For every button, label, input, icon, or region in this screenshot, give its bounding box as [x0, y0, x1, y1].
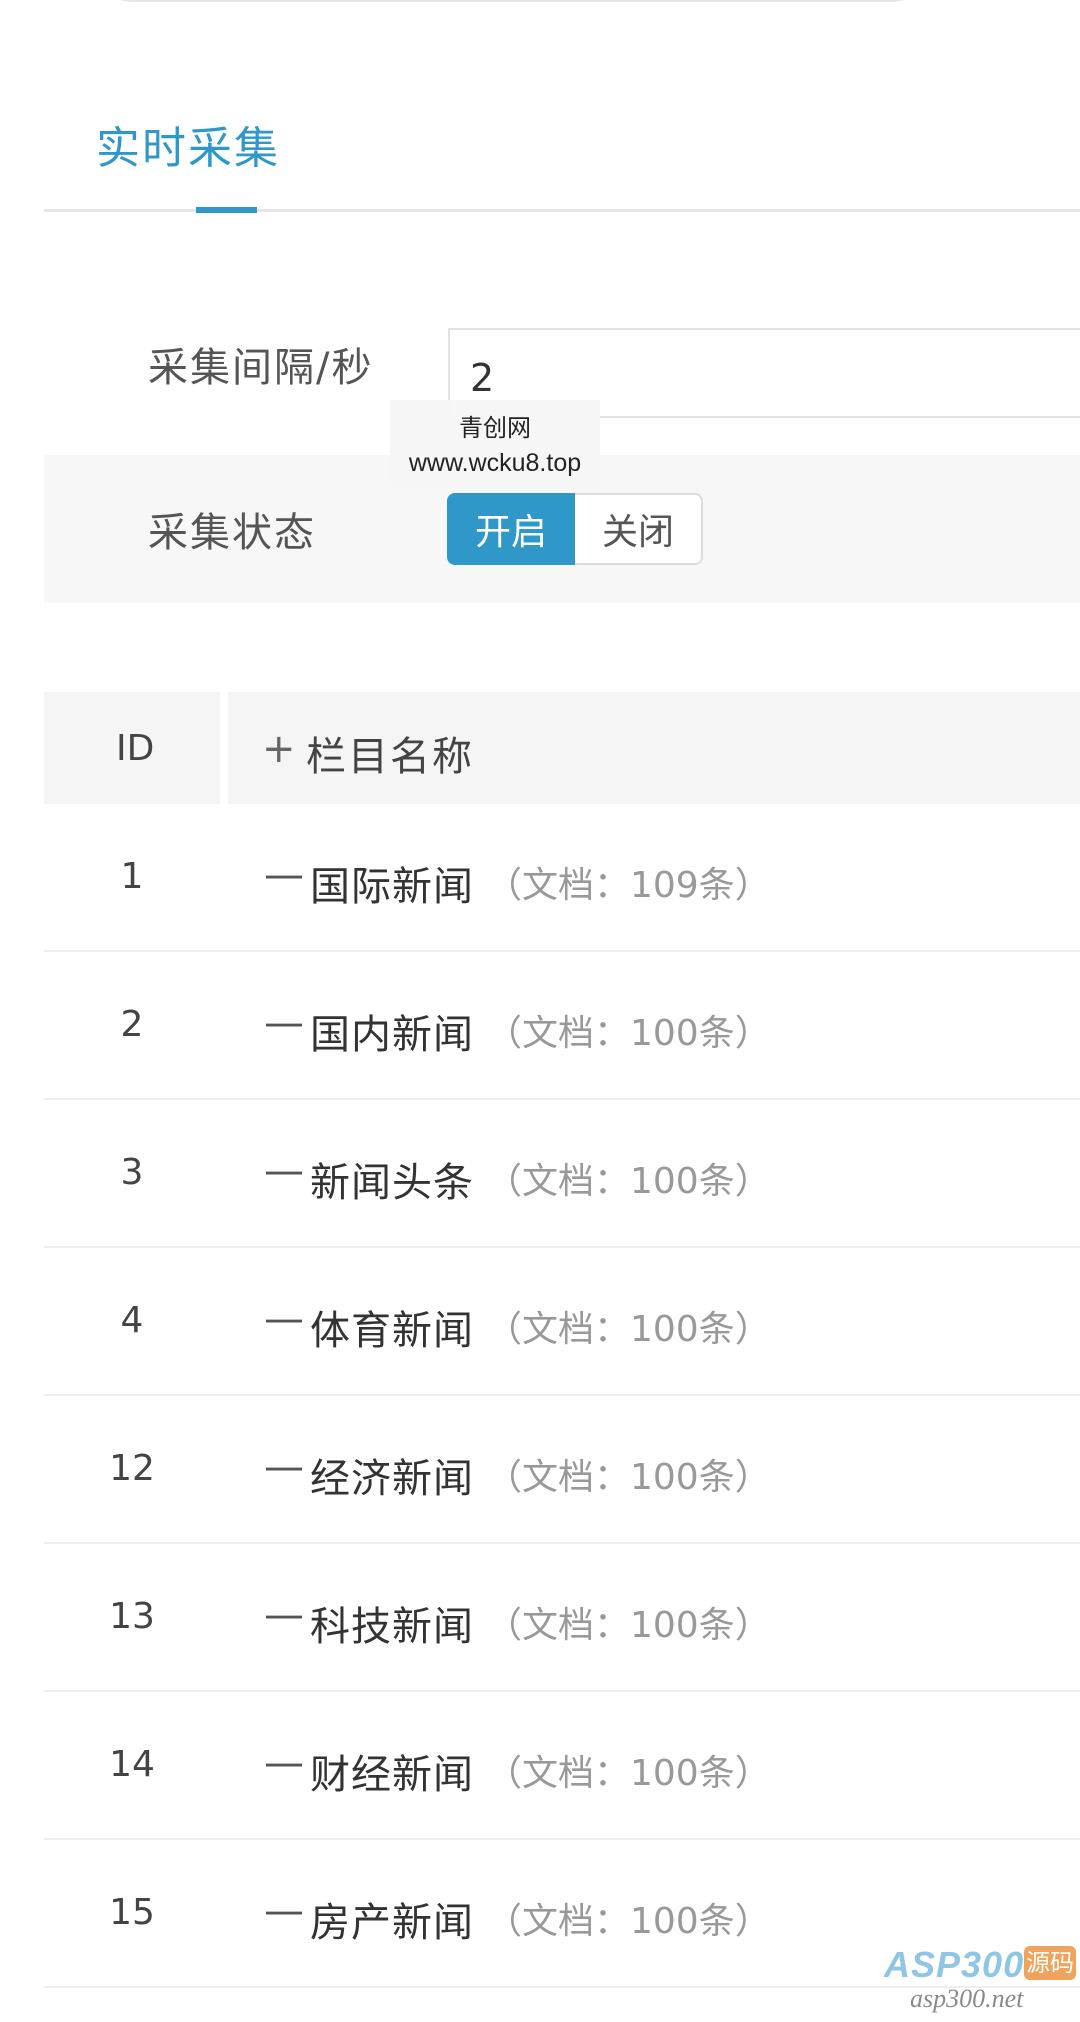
status-on-button[interactable]: 开启 [447, 493, 575, 565]
watermark-url: www.wcku8.top [408, 449, 582, 477]
collapse-icon[interactable]: — [264, 1000, 304, 1046]
row-doc-count: （文档：100条） [486, 1605, 771, 1646]
watermark-overlay: 青创网 www.wcku8.top [390, 400, 600, 486]
expand-all-icon[interactable]: + [262, 726, 296, 772]
row-id: 15 [109, 1892, 155, 1933]
tab-bar: 实时采集 [44, 0, 1080, 213]
row-id: 12 [109, 1448, 155, 1489]
table-row[interactable]: 12 — 经济新闻 （文档：100条） [44, 1396, 1080, 1544]
table-row[interactable]: 1 — 国际新闻 （文档：109条） [44, 804, 1080, 952]
logo-badge: 源码 [1024, 1946, 1076, 1980]
row-doc-count: （文档：100条） [486, 1161, 771, 1202]
tab-active-indicator [196, 207, 257, 213]
status-off-button[interactable]: 关闭 [575, 493, 703, 565]
table-row[interactable]: 13 — 科技新闻 （文档：100条） [44, 1544, 1080, 1692]
status-toggle[interactable]: 开启 关闭 [447, 493, 703, 565]
row-doc-count: （文档：100条） [486, 1457, 771, 1498]
row-id: 1 [120, 856, 144, 897]
row-doc-count: （文档：100条） [486, 1013, 771, 1054]
row-name: 经济新闻 [310, 1456, 474, 1502]
header-id-label: ID [116, 728, 155, 769]
category-table: ID + 栏目名称 1 — 国际新闻 （文档：109条） 2 — 国内新闻 （文… [44, 692, 1080, 1988]
row-id: 3 [120, 1152, 144, 1193]
collapse-icon[interactable]: — [264, 1444, 304, 1490]
collection-settings-page: 实时采集 采集间隔/秒 2 采集状态 开启 关闭 青创网 www.wcku8.t… [0, 0, 1080, 2022]
collapse-icon[interactable]: — [264, 1888, 304, 1934]
logo-main-text: ASP300 [884, 1944, 1025, 1985]
row-id: 14 [109, 1744, 155, 1785]
watermark-title: 青创网 [459, 414, 531, 442]
status-label: 采集状态 [148, 510, 316, 556]
row-id: 13 [109, 1596, 155, 1637]
header-name-label: 栏目名称 [306, 734, 474, 780]
tab-realtime-collection[interactable]: 实时采集 [96, 112, 280, 176]
row-name: 国际新闻 [310, 864, 474, 910]
table-row[interactable]: 14 — 财经新闻 （文档：100条） [44, 1692, 1080, 1840]
row-doc-count: （文档：109条） [486, 865, 771, 906]
asp300-logo: ASP300 源码 asp300.net [884, 1942, 1076, 2016]
logo-sub-text: asp300.net [910, 1984, 1024, 2013]
row-name: 财经新闻 [310, 1752, 474, 1798]
interval-label: 采集间隔/秒 [148, 345, 374, 391]
row-name: 国内新闻 [310, 1012, 474, 1058]
collapse-icon[interactable]: — [264, 1740, 304, 1786]
collapse-icon[interactable]: — [264, 1296, 304, 1342]
collapse-icon[interactable]: — [264, 1148, 304, 1194]
table-header: ID + 栏目名称 [44, 692, 1080, 804]
collapse-icon[interactable]: — [264, 852, 304, 898]
row-doc-count: （文档：100条） [486, 1753, 771, 1794]
row-name: 新闻头条 [310, 1160, 474, 1206]
row-id: 2 [120, 1004, 144, 1045]
row-name: 体育新闻 [310, 1308, 474, 1354]
table-row[interactable]: 4 — 体育新闻 （文档：100条） [44, 1248, 1080, 1396]
table-row[interactable]: 2 — 国内新闻 （文档：100条） [44, 952, 1080, 1100]
row-name: 房产新闻 [310, 1900, 474, 1946]
row-name: 科技新闻 [310, 1604, 474, 1650]
table-row[interactable]: 3 — 新闻头条 （文档：100条） [44, 1100, 1080, 1248]
collapse-icon[interactable]: — [264, 1592, 304, 1638]
row-id: 4 [120, 1300, 144, 1341]
row-doc-count: （文档：100条） [486, 1309, 771, 1350]
row-doc-count: （文档：100条） [486, 1901, 771, 1942]
